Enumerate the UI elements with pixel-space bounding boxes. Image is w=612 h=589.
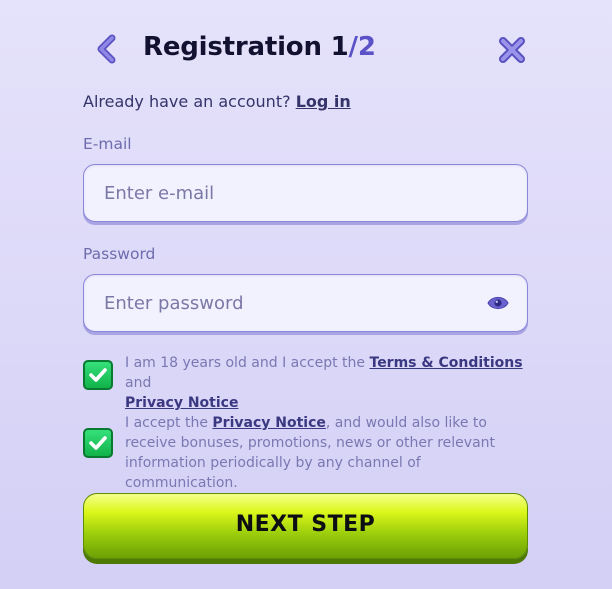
login-link[interactable]: Log in [296,92,351,111]
privacy-notice-link-2[interactable]: Privacy Notice [212,415,325,431]
age-consent-text: I am 18 years old and I accept the Terms… [125,353,525,413]
page-title: Registration 1/2 [143,32,376,62]
title-step-total: 2 [357,32,376,62]
next-step-label: NEXT STEP [235,512,376,537]
chevron-left-icon [97,34,116,64]
checkmark-icon [89,436,107,450]
email-label: E-mail [83,135,132,153]
email-field-container [83,164,528,222]
title-main: Registration 1 [143,32,349,62]
login-prompt: Already have an account? Log in [83,92,351,111]
registration-panel: Registration 1/2 Already have an account… [0,0,612,589]
close-x-icon [499,37,525,63]
eye-icon [487,296,509,310]
marketing-consent-text-before: I accept the [125,415,213,431]
close-button[interactable] [498,36,526,64]
header: Registration 1/2 [0,28,612,72]
marketing-consent-checkbox[interactable] [83,428,113,458]
age-consent-checkbox[interactable] [83,360,113,390]
privacy-notice-link[interactable]: Privacy Notice [125,395,238,411]
marketing-consent-text: I accept the Privacy Notice, and would a… [125,413,525,493]
next-step-button[interactable]: NEXT STEP [83,493,528,559]
back-button[interactable] [92,34,122,64]
email-field[interactable] [104,165,474,221]
age-consent-text-before: I am 18 years old and I accept the [125,355,370,371]
login-prompt-text: Already have an account? [83,92,291,111]
show-password-button[interactable] [487,294,509,312]
checkmark-icon [89,368,107,382]
title-separator: / [348,32,359,62]
age-consent-text-mid: and [125,375,152,391]
terms-link[interactable]: Terms & Conditions [370,355,523,371]
password-field-container [83,274,528,332]
password-label: Password [83,245,156,263]
password-field[interactable] [104,275,474,331]
